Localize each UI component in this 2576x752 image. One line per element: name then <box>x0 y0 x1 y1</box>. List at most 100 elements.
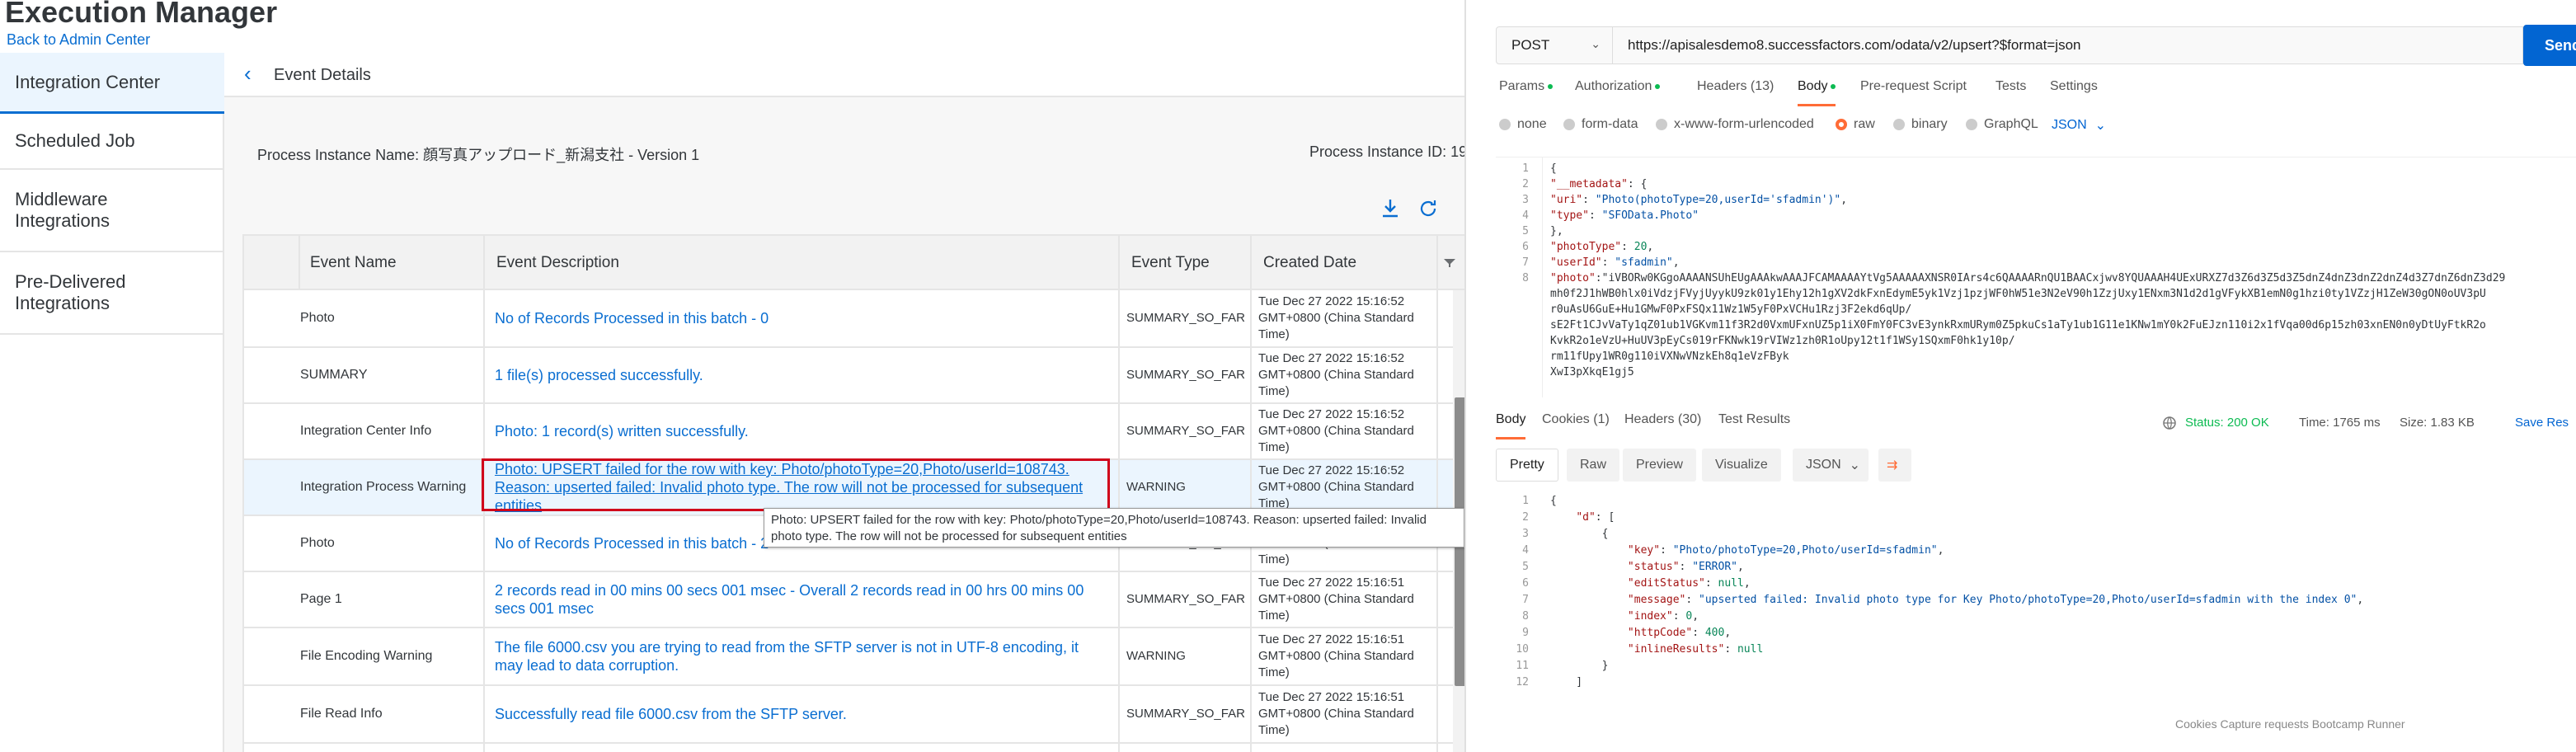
response-size[interactable]: Size: 1.83 KB <box>2400 416 2475 430</box>
response-time[interactable]: Time: 1765 ms <box>2299 416 2381 430</box>
event-description-link[interactable]: The file 6000.csv you are trying to read… <box>485 628 1120 684</box>
code-line: "status": "ERROR", <box>1627 561 1744 573</box>
event-description-link-text: 2 records read in 00 mins 00 secs 001 ms… <box>495 582 1084 617</box>
radio-circle-icon <box>1966 119 1977 130</box>
sidebar-item-integration-center[interactable]: Integration Center <box>0 53 224 114</box>
http-method-select[interactable]: POST ⌄ <box>1496 26 1613 64</box>
tab-label: Test Results <box>1718 412 1791 426</box>
event-details-title: Event Details <box>274 66 371 84</box>
back-to-admin-center-link[interactable]: Back to Admin Center <box>7 31 150 49</box>
save-response-button[interactable]: Save Res <box>2515 416 2569 430</box>
sidebar-item-pre-delivered-integrations[interactable]: Pre-Delivered Integrations <box>0 252 224 335</box>
response-format-select[interactable]: JSON ⌄ <box>1793 449 1869 482</box>
event-description-link[interactable]: Photo: 1 record(s) written successfully. <box>485 404 1120 458</box>
event-description-link[interactable]: No of Records Processed in this batch - … <box>485 290 1120 346</box>
column-header-created-date[interactable]: Created Date <box>1252 236 1438 290</box>
event-description-link-text: Successfully read file 6000.csv from the… <box>495 706 847 722</box>
code-line: "type": "SFOData.Photo" <box>1550 209 1699 222</box>
tab-test-results[interactable]: Test Results <box>1718 412 1790 427</box>
event-description-link[interactable]: Successfully read file 6000.csv from the… <box>485 686 1120 742</box>
line-number: 12 <box>1516 676 1529 689</box>
sidebar-item-middleware-integrations[interactable]: Middleware Integrations <box>0 170 224 252</box>
sidebar-item-label: Scheduled Job <box>15 130 135 151</box>
table-row[interactable]: File Encoding Warning The file 6000.csv y… <box>244 628 1464 686</box>
radio-binary[interactable]: binary <box>1893 117 1948 132</box>
radio-graphql[interactable]: GraphQL <box>1966 117 2038 132</box>
radio-circle-icon <box>1499 119 1511 130</box>
tab-settings[interactable]: Settings <box>2050 79 2098 94</box>
line-number: 10 <box>1516 643 1529 656</box>
table-row[interactable]: Page 1 2 records read in 00 mins 00 secs … <box>244 572 1464 628</box>
line-number: 5 <box>1522 561 1529 573</box>
response-body-viewer[interactable]: 1 {2 "d": [3 {4 "key": "Photo/photoType=2… <box>1496 491 2576 739</box>
table-row[interactable]: Photo No of Records Processed in this bat… <box>244 290 1464 348</box>
radio-form-data[interactable]: form-data <box>1563 117 1638 132</box>
refresh-icon[interactable] <box>1418 198 1438 225</box>
tab-response-body[interactable]: Body <box>1496 412 1526 439</box>
event-description-link[interactable]: 1 file(s) processed successfully. <box>485 348 1120 402</box>
radio-none[interactable]: none <box>1499 117 1547 132</box>
radio-x-www-form-urlencoded[interactable]: x-www-form-urlencoded <box>1656 117 1814 132</box>
table-row[interactable]: SUMMARY 1 file(s) processed successfully.… <box>244 348 1464 404</box>
radio-label: binary <box>1911 117 1948 131</box>
line-number: 6 <box>1522 577 1529 590</box>
table-row[interactable]: File Read Info Successfully read file 600… <box>244 686 1464 744</box>
process-instance-id: Process Instance ID: 19 <box>1309 143 1464 160</box>
created-date-cell-text: Tue Dec 27 2022 15:16:51 GMT+0800 (China… <box>1258 690 1414 737</box>
tab-label: Body <box>1798 79 1828 93</box>
line-number: 9 <box>1522 627 1529 639</box>
tab-pre-request-script[interactable]: Pre-request Script <box>1860 79 1967 94</box>
line-number: 7 <box>1522 256 1529 269</box>
response-status[interactable]: Status: 200 OK <box>2185 416 2269 430</box>
code-line: { <box>1550 495 1557 507</box>
event-name-cell-text: Photo <box>300 536 335 550</box>
view-mode-preview[interactable]: Preview <box>1623 449 1696 482</box>
view-mode-pretty[interactable]: Pretty <box>1496 449 1558 482</box>
tab-params[interactable]: Params <box>1499 79 1554 94</box>
code-line: "httpCode": 400, <box>1627 627 1732 639</box>
view-mode-raw[interactable]: Raw <box>1567 449 1620 482</box>
table-header: Event Name Event Description Event Type … <box>244 236 1464 290</box>
column-header-event-type[interactable]: Event Type <box>1120 236 1252 290</box>
event-name-cell: File Read Info <box>244 686 485 742</box>
event-type-cell-text: SUMMARY_SO_FAR <box>1126 592 1245 606</box>
radio-raw[interactable]: raw <box>1836 117 1875 132</box>
event-type-cell-text: SUMMARY_SO_FAR <box>1126 311 1245 325</box>
line-number: 4 <box>1522 209 1529 222</box>
body-format-select[interactable]: JSON ⌄ <box>2052 117 2106 134</box>
tab-headers[interactable]: Headers (13) <box>1697 79 1774 94</box>
filter-icon[interactable] <box>1428 236 1464 290</box>
chevron-left-icon[interactable]: ‹ <box>244 61 251 87</box>
event-name-cell: Photo <box>244 516 485 571</box>
event-type-cell: WARNING <box>1120 628 1252 684</box>
download-icon[interactable] <box>1380 198 1400 225</box>
sidebar-item-scheduled-job[interactable]: Scheduled Job <box>0 114 224 170</box>
code-line: "editStatus": null, <box>1627 577 1751 590</box>
event-name-cell: Photo <box>244 290 485 346</box>
radio-selected-icon <box>1836 119 1847 130</box>
table-row[interactable]: mainEntityName : Photo, entitySelect : 0… <box>244 744 1464 752</box>
column-header-event-name[interactable]: Event Name <box>300 236 485 290</box>
wrap-lines-icon[interactable]: ⇉ <box>1878 449 1911 482</box>
event-name-cell-text: File Read Info <box>300 707 383 721</box>
select-column-header <box>244 236 300 290</box>
request-url-input[interactable]: https://apisalesdemo8.successfactors.com… <box>1613 26 2523 64</box>
view-mode-visualize[interactable]: Visualize <box>1702 449 1781 482</box>
event-type-cell: SUMMARY_SO_FAR <box>1120 404 1252 458</box>
tab-tests[interactable]: Tests <box>1995 79 2026 94</box>
tab-body[interactable]: Body <box>1798 79 1836 106</box>
event-description-link[interactable]: 2 records read in 00 mins 00 secs 001 ms… <box>485 572 1120 627</box>
code-line: ] <box>1550 676 1583 689</box>
chevron-down-icon: ⌄ <box>1849 458 1861 472</box>
send-button[interactable]: Send <box>2523 25 2576 66</box>
code-line: "inlineResults": null <box>1627 643 1764 656</box>
column-header-event-description[interactable]: Event Description <box>485 236 1120 290</box>
event-description-link[interactable]: mainEntityName : Photo, entitySelect : 0… <box>485 744 1120 752</box>
radio-label: form-data <box>1582 117 1638 131</box>
event-description-link-text: No of Records Processed in this batch - … <box>495 310 769 327</box>
table-row[interactable]: Integration Center Info Photo: 1 record(s… <box>244 404 1464 460</box>
tab-authorization[interactable]: Authorization <box>1575 79 1661 94</box>
tab-response-headers[interactable]: Headers (30) <box>1624 412 1701 427</box>
request-body-editor[interactable]: 1 {2 "__metadata": {3 "uri": "Photo(photoTy… <box>1496 157 2576 397</box>
tab-response-cookies[interactable]: Cookies (1) <box>1542 412 1610 427</box>
